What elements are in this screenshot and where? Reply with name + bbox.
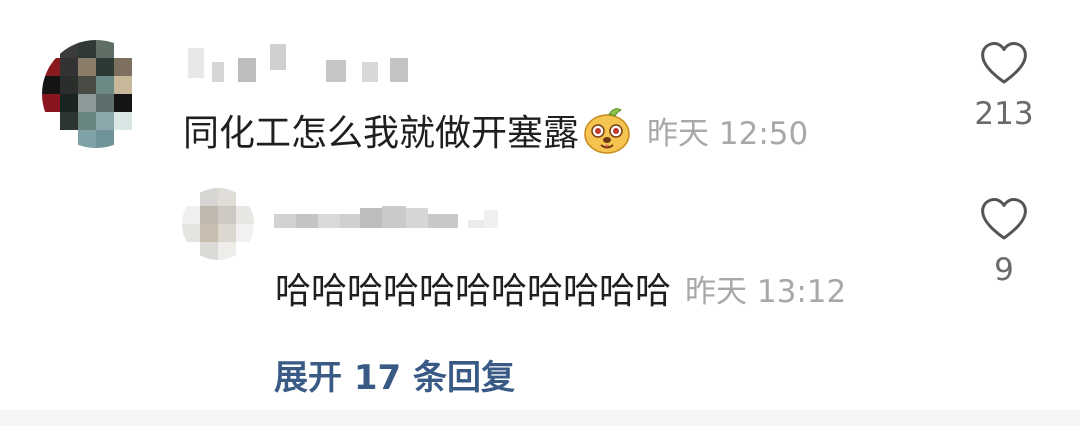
- comment-thread: 同化工怎么我就做开塞露 昨天 12:50 213 哈哈哈哈哈哈哈哈哈哈哈 昨天 …: [0, 0, 1080, 426]
- heart-outline-icon[interactable]: [979, 196, 1029, 242]
- comment-text: 同化工怎么我就做开塞露: [183, 113, 580, 154]
- heart-outline-icon[interactable]: [979, 40, 1029, 86]
- avatar[interactable]: [42, 40, 150, 148]
- like-count: 213: [974, 96, 1034, 132]
- comment-time: 昨天 12:50: [647, 115, 809, 152]
- reply-avatar[interactable]: [182, 188, 254, 260]
- dog-face-emoji-icon: [584, 108, 630, 154]
- reply-username[interactable]: [274, 200, 498, 228]
- reply-like-control[interactable]: 9: [964, 196, 1044, 288]
- comment-body[interactable]: 同化工怎么我就做开塞露 昨天 12:50: [183, 102, 808, 158]
- username[interactable]: [188, 44, 408, 82]
- like-control[interactable]: 213: [964, 40, 1044, 132]
- expand-replies-button[interactable]: 展开 17 条回复: [274, 350, 515, 399]
- divider: [0, 410, 1080, 426]
- reply-like-count: 9: [994, 252, 1014, 288]
- reply-time: 昨天 13:12: [685, 273, 847, 310]
- reply-text: 哈哈哈哈哈哈哈哈哈哈哈: [275, 271, 672, 312]
- reply-body[interactable]: 哈哈哈哈哈哈哈哈哈哈哈 昨天 13:12: [275, 262, 846, 314]
